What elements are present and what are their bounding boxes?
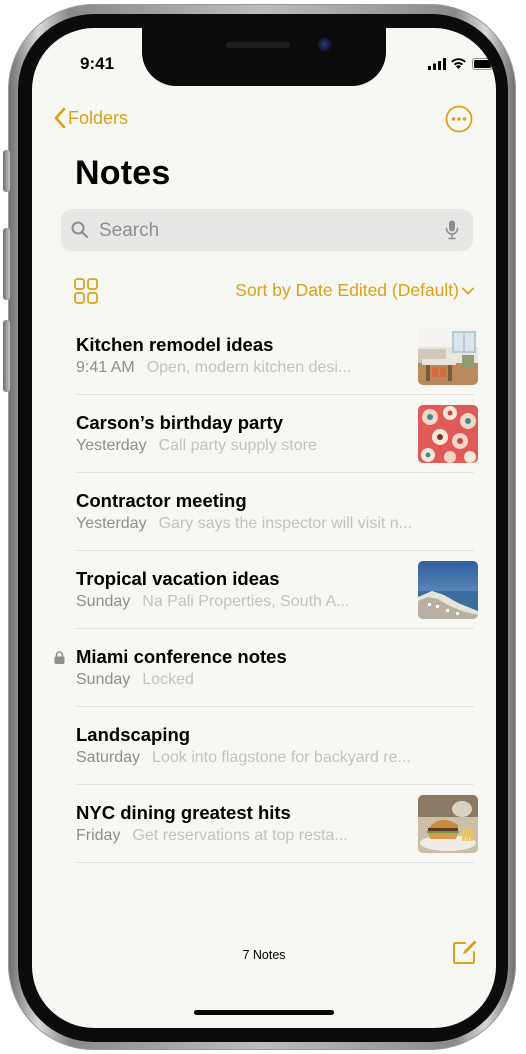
sort-label: Sort by Date Edited (Default) [235, 280, 459, 300]
note-title: Landscaping [76, 724, 191, 745]
battery-icon [472, 58, 496, 70]
gallery-view-button[interactable] [74, 278, 98, 304]
note-date: Yesterday [76, 437, 147, 454]
compose-icon [453, 940, 477, 964]
coastline-thumbnail [418, 561, 478, 619]
note-meta: Saturday Look into flagstone for backyard… [76, 749, 476, 767]
notes-list: Kitchen remodel ideas 9:41 AM Open, moder… [32, 317, 496, 863]
note-preview: Get reservations at top resta... [132, 827, 348, 844]
lock-icon [54, 651, 65, 664]
notch [142, 28, 386, 86]
note-date: 9:41 AM [76, 359, 135, 376]
kitchen-thumbnail [418, 327, 478, 385]
gallery-view-icon [74, 278, 98, 304]
note-meta: Yesterday Gary says the inspector will vi… [76, 515, 476, 533]
search-icon [71, 221, 89, 239]
note-row-carsons-birthday[interactable]: Carson’s birthday party Yesterday Call pa… [32, 395, 496, 473]
note-meta: Friday Get reservations at top resta... [76, 827, 406, 845]
note-title: NYC dining greatest hits [76, 802, 291, 823]
row-divider [76, 862, 474, 863]
note-date: Sunday [76, 593, 131, 610]
note-row-miami-conference[interactable]: Miami conference notes Sunday Locked [32, 629, 496, 707]
page-title: Notes [75, 154, 171, 192]
note-title: Tropical vacation ideas [76, 568, 280, 589]
note-title: Contractor meeting [76, 490, 247, 511]
note-row-contractor-meeting[interactable]: Contractor meeting Yesterday Gary says th… [32, 473, 496, 551]
screen: 9:41 Folders Notes Search Sort by Date E… [32, 28, 496, 1028]
back-button-label: Folders [68, 107, 129, 128]
note-meta: Sunday Na Pali Properties, South A... [76, 593, 406, 611]
more-icon [445, 105, 473, 133]
sort-menu-button[interactable]: Sort by Date Edited (Default) [182, 280, 474, 301]
note-row-tropical-vacation[interactable]: Tropical vacation ideas Sunday Na Pali Pr… [32, 551, 496, 629]
silent-switch [3, 150, 10, 192]
note-row-nyc-dining[interactable]: NYC dining greatest hits Friday Get reser… [32, 785, 496, 863]
more-options-button[interactable] [444, 104, 474, 134]
note-preview: Na Pali Properties, South A... [142, 593, 350, 610]
note-row-kitchen-remodel[interactable]: Kitchen remodel ideas 9:41 AM Open, moder… [32, 317, 496, 395]
speaker [226, 42, 290, 48]
note-meta: Sunday Locked [76, 671, 406, 689]
volume-up-button [3, 228, 10, 300]
note-date: Sunday [76, 671, 131, 688]
burger-thumbnail [418, 795, 478, 853]
note-title: Kitchen remodel ideas [76, 334, 274, 355]
note-preview: Call party supply store [158, 437, 317, 454]
cupcakes-thumbnail [418, 405, 478, 463]
chevron-down-icon [462, 287, 474, 295]
note-date: Friday [76, 827, 121, 844]
notes-count: 7 Notes [242, 948, 286, 962]
back-to-folders-button[interactable]: Folders [54, 104, 128, 132]
search-input[interactable] [97, 209, 431, 253]
note-date: Yesterday [76, 515, 147, 532]
note-preview: Locked [142, 671, 194, 688]
front-camera [318, 38, 332, 52]
status-icons [428, 56, 496, 72]
volume-down-button [3, 320, 10, 392]
note-title: Miami conference notes [76, 646, 287, 667]
note-meta: Yesterday Call party supply store [76, 437, 406, 455]
note-title: Carson’s birthday party [76, 412, 283, 433]
note-meta: 9:41 AM Open, modern kitchen desi... [76, 359, 406, 377]
note-preview: Look into flagstone for backyard re... [152, 749, 411, 766]
note-preview: Open, modern kitchen desi... [146, 359, 352, 376]
microphone-icon[interactable] [445, 220, 459, 240]
status-time: 9:41 [80, 54, 115, 73]
note-row-landscaping[interactable]: Landscaping Saturday Look into flagstone … [32, 707, 496, 785]
new-note-button[interactable] [451, 938, 479, 966]
search-bar[interactable] [61, 209, 473, 253]
home-indicator[interactable] [194, 1010, 334, 1015]
wifi-icon [451, 58, 466, 69]
chevron-left-icon [54, 107, 66, 129]
note-date: Saturday [76, 749, 141, 766]
note-preview: Gary says the inspector will visit n... [158, 515, 412, 532]
signal-icon [428, 58, 446, 70]
